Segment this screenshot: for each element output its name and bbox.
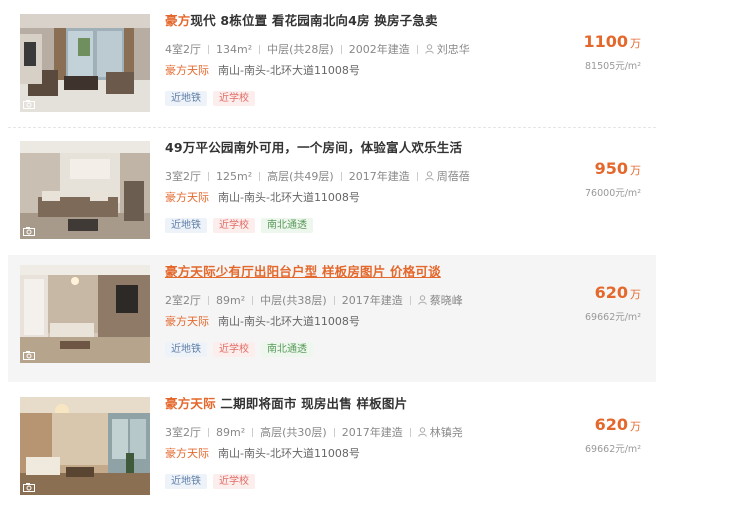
tag-near-subway: 近地铁 (165, 91, 207, 106)
title-text: 现代 8栋位置 看花园南北向4房 换房子急卖 (190, 13, 438, 28)
person-icon (424, 171, 434, 181)
agent-name[interactable]: 林镇尧 (430, 426, 463, 439)
camera-icon (23, 351, 35, 360)
price-unit: 万 (630, 37, 641, 50)
agent-name[interactable]: 蔡晓峰 (430, 294, 463, 307)
camera-icon (23, 100, 35, 109)
total-price: 950 万 (595, 159, 641, 178)
tag-list: 近地铁 近学校 (165, 86, 261, 106)
listing-title[interactable]: 49万平公园南外可用，一个房间，体验富人欢乐生活 (165, 137, 462, 156)
price-value: 620 (594, 283, 628, 302)
address: 南山-南头-北环大道11008号 (218, 64, 360, 77)
build-year: 2017年建造 (341, 294, 403, 307)
community-link[interactable]: 豪方天际 (165, 315, 209, 328)
address: 南山-南头-北环大道11008号 (218, 315, 360, 328)
listing-meta: 2室2厅 89m² 中层(共38层) 2017年建造 蔡晓峰 (165, 292, 463, 308)
tag-near-school: 近学校 (213, 218, 255, 233)
community-link[interactable]: 豪方天际 (165, 191, 209, 204)
price-unit: 万 (630, 420, 641, 433)
person-icon (417, 295, 427, 305)
listing-photo[interactable] (20, 397, 150, 495)
price-unit: 万 (630, 164, 641, 177)
area: 89m² (216, 294, 246, 307)
listing-meta: 4室2厅 134m² 中层(共28层) 2002年建造 刘忠华 (165, 41, 470, 57)
room-layout: 3室2厅 (165, 170, 201, 183)
total-price: 620 万 (595, 283, 641, 302)
listing-meta: 3室2厅 89m² 高层(共30层) 2017年建造 林镇尧 (165, 424, 463, 440)
community-link[interactable]: 豪方天际 (165, 447, 209, 460)
area: 89m² (216, 426, 246, 439)
listing-photo[interactable] (20, 141, 150, 239)
room-photo-image (20, 14, 150, 112)
camera-icon (23, 227, 35, 236)
title-text: 49万平公园南外可用，一个房间，体验富人欢乐生活 (165, 140, 463, 155)
room-photo-image (20, 265, 150, 363)
total-price: 1100 万 (583, 32, 641, 51)
tag-near-subway: 近地铁 (165, 474, 207, 489)
area: 134m² (216, 43, 253, 56)
unit-price: 69662元/m² (585, 312, 641, 323)
tag-list: 近地铁 近学校 南北通透 (165, 337, 319, 357)
tag-near-school: 近学校 (213, 474, 255, 489)
room-photo-image (20, 141, 150, 239)
listing-meta: 3室2厅 125m² 高层(共49层) 2017年建造 周蓓蓓 (165, 168, 470, 184)
listing-title[interactable]: 豪方天际少有厅出阳台户型 样板房图片 价格可谈 (165, 261, 441, 280)
listing-title[interactable]: 豪方现代 8栋位置 看花园南北向4房 换房子急卖 (165, 10, 438, 29)
price-unit: 万 (630, 288, 641, 301)
floor: 高层(共30层) (260, 426, 327, 439)
title-highlight: 豪方 (165, 13, 191, 28)
listing-title[interactable]: 豪方天际 二期即将面市 现房出售 样板图片 (165, 393, 407, 412)
listing-card[interactable]: 豪方现代 8栋位置 看花园南北向4房 换房子急卖 4室2厅 134m² 中层(共28… (8, 4, 656, 131)
price-value: 950 (594, 159, 628, 178)
listing-photo[interactable] (20, 14, 150, 112)
person-icon (417, 427, 427, 437)
tag-north-south: 南北通透 (261, 218, 313, 233)
floor: 中层(共28层) (267, 43, 334, 56)
listing-location: 豪方天际 南山-南头-北环大道11008号 (165, 445, 360, 461)
community-link[interactable]: 豪方天际 (165, 64, 209, 77)
floor: 中层(共38层) (260, 294, 327, 307)
listing-card[interactable]: 49万平公园南外可用，一个房间，体验富人欢乐生活 3室2厅 125m² 高层(共49… (8, 131, 656, 258)
tag-near-school: 近学校 (213, 91, 255, 106)
address: 南山-南头-北环大道11008号 (218, 191, 360, 204)
price-value: 620 (594, 415, 628, 434)
tag-north-south: 南北通透 (261, 342, 313, 357)
camera-icon (23, 483, 35, 492)
title-text: 二期即将面市 现房出售 样板图片 (215, 396, 408, 411)
listing-photo[interactable] (20, 265, 150, 363)
tag-list: 近地铁 近学校 南北通透 (165, 213, 319, 233)
area: 125m² (216, 170, 253, 183)
listing-location: 豪方天际 南山-南头-北环大道11008号 (165, 189, 360, 205)
person-icon (424, 44, 434, 54)
divider (8, 127, 656, 128)
floor: 高层(共49层) (267, 170, 334, 183)
unit-price: 81505元/m² (585, 61, 641, 72)
tag-near-school: 近学校 (213, 342, 255, 357)
room-layout: 2室2厅 (165, 294, 201, 307)
tag-list: 近地铁 近学校 (165, 469, 261, 489)
room-layout: 4室2厅 (165, 43, 201, 56)
build-year: 2017年建造 (341, 426, 403, 439)
listing-card[interactable]: 豪方天际少有厅出阳台户型 样板房图片 价格可谈 2室2厅 89m² 中层(共38层)… (8, 255, 656, 382)
price-value: 1100 (583, 32, 628, 51)
tag-near-subway: 近地铁 (165, 218, 207, 233)
total-price: 620 万 (595, 415, 641, 434)
agent-name[interactable]: 刘忠华 (437, 43, 470, 56)
title-highlight: 豪方天际 (165, 396, 216, 411)
build-year: 2002年建造 (348, 43, 410, 56)
unit-price: 69662元/m² (585, 444, 641, 455)
tag-near-subway: 近地铁 (165, 342, 207, 357)
listing-location: 豪方天际 南山-南头-北环大道11008号 (165, 313, 360, 329)
room-photo-image (20, 397, 150, 495)
agent-name[interactable]: 周蓓蓓 (437, 170, 470, 183)
title-text: 豪方天际少有厅出阳台户型 样板房图片 价格可谈 (165, 264, 441, 279)
room-layout: 3室2厅 (165, 426, 201, 439)
build-year: 2017年建造 (348, 170, 410, 183)
unit-price: 76000元/m² (585, 188, 641, 199)
listing-card[interactable]: 豪方天际 二期即将面市 现房出售 样板图片 3室2厅 89m² 高层(共30层) 20… (8, 387, 656, 514)
address: 南山-南头-北环大道11008号 (218, 447, 360, 460)
listing-location: 豪方天际 南山-南头-北环大道11008号 (165, 62, 360, 78)
